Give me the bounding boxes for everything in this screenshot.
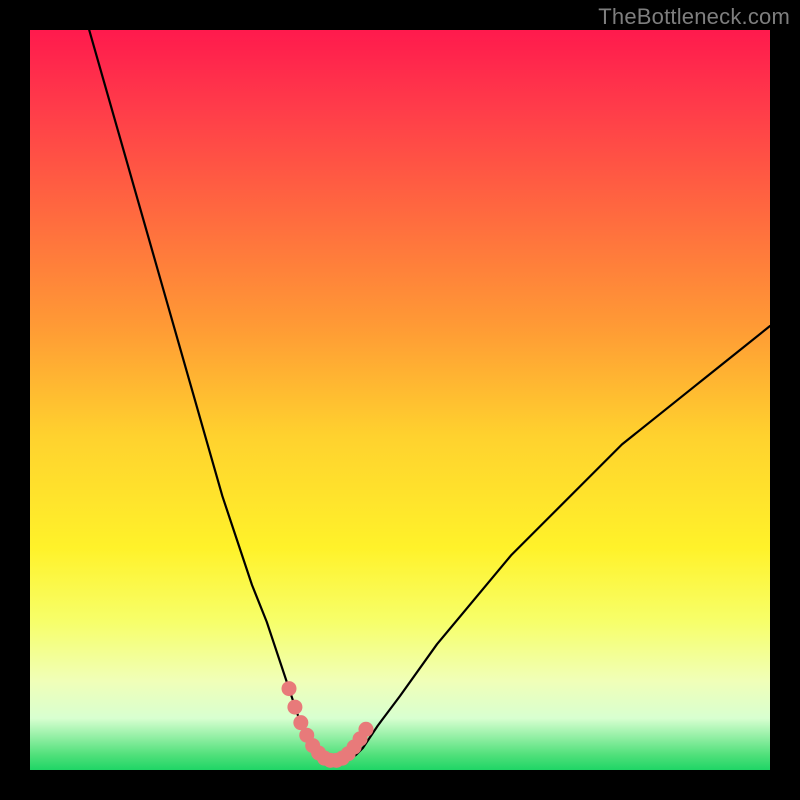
highlight-marker bbox=[358, 722, 373, 737]
chart-frame: TheBottleneck.com bbox=[0, 0, 800, 800]
highlight-marker bbox=[282, 681, 297, 696]
watermark-label: TheBottleneck.com bbox=[598, 4, 790, 30]
plot-area bbox=[30, 30, 770, 770]
curve-layer bbox=[30, 30, 770, 770]
bottleneck-curve bbox=[89, 30, 770, 760]
highlight-marker bbox=[287, 700, 302, 715]
